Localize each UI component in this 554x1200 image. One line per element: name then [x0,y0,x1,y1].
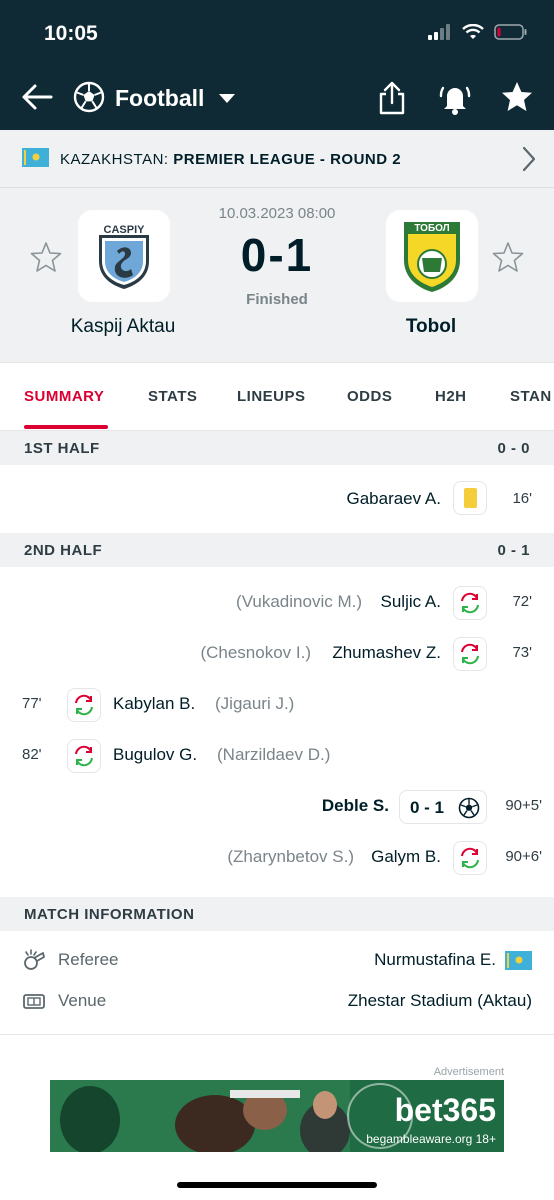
away-team-name[interactable]: Tobol [346,316,516,338]
venue-label: Venue [58,991,107,1010]
substitution-icon [67,739,101,773]
status-bar: 10:05 [0,0,554,60]
match-info-header: MATCH INFORMATION [0,897,554,931]
event-minute: 82' [22,746,42,763]
active-tab-indicator [24,425,108,429]
event-sub-player: (Vukadinovic M.) [236,592,362,611]
event-player: Bugulov G. [113,745,198,764]
event-sub-player: (Narzildaev D.) [217,745,331,764]
match-tabs: SUMMARY STATS LINEUPS ODDS H2H STAN [0,363,554,431]
tab-standings[interactable]: STAN [510,388,552,405]
event-row[interactable]: Gabaraev A. 16' [0,465,554,533]
ad-tagline: begambleaware.org 18+ [366,1132,496,1146]
app-header: 10:05 Football [0,0,554,130]
referee-value: Nurmustafina E. [374,950,496,969]
first-half-label: 1ST HALF [24,440,100,457]
event-minute: 72' [512,593,532,610]
referee-row: Referee Nurmustafina E. [0,939,554,980]
goal-score: 0 - 1 [410,798,445,817]
status-time: 10:05 [44,22,98,45]
second-half-header: 2ND HALF 0 - 1 [0,533,554,567]
event-sub-player: (Jigauri J.) [215,694,295,713]
notification-bell-icon[interactable] [438,80,472,116]
substitution-icon [453,586,487,620]
tab-stats[interactable]: STATS [148,388,197,405]
sport-dropdown-caret-icon[interactable] [219,94,235,103]
event-row[interactable]: (Chesnokov I.) Zhumashev Z. 73' [0,628,554,679]
referee-label: Referee [58,950,119,969]
goal-score-box: 0 - 1 [399,790,487,824]
home-team-name[interactable]: Kaspij Aktau [38,316,208,338]
chevron-right-icon[interactable] [522,146,536,172]
event-sub-player: (Zharynbetov S.) [227,847,354,866]
kazakhstan-flag-icon [22,148,49,167]
substitution-icon [453,637,487,671]
event-row[interactable]: 77' Kabylan B. (Jigauri J.) [0,679,554,730]
league-name: PREMIER LEAGUE - ROUND 2 [173,151,402,168]
tab-h2h[interactable]: H2H [435,388,467,405]
tobol-logo-icon: ТОБОЛ [404,222,460,292]
event-player: Galym B. [371,847,441,866]
event-row[interactable]: (Vukadinovic M.) Suljic A. 72' [0,577,554,628]
venue-row: Venue Zhestar Stadium (Aktau) [0,980,554,1021]
tab-summary[interactable]: SUMMARY [24,388,104,405]
event-row[interactable]: (Zharynbetov S.) Galym B. 90+6' [0,832,554,883]
signal-icon [428,24,450,40]
away-logo-text: ТОБОЛ [414,223,449,234]
yellow-card-icon [453,481,487,515]
event-player: Gabaraev A. [346,489,441,508]
substitution-icon [453,841,487,875]
event-minute: 77' [22,695,42,712]
nav-bar: Football [0,72,554,126]
event-minute: 73' [512,644,532,661]
kazakhstan-flag-icon [505,951,532,970]
whistle-icon [24,949,45,970]
event-sub-player: (Chesnokov I.) [200,643,311,662]
event-minute: 90+5' [505,797,542,814]
wifi-icon [462,24,484,39]
event-row[interactable]: 82' Bugulov G. (Narzildaev D.) [0,730,554,781]
away-favourite-star-icon[interactable] [492,241,524,273]
advertisement-label: Advertisement [433,1066,504,1078]
second-half-label: 2ND HALF [24,542,103,559]
favourite-star-icon[interactable] [500,80,534,114]
sport-title[interactable]: Football [115,85,204,112]
battery-icon [494,24,527,40]
event-minute: 90+6' [505,848,542,865]
event-player: Kabylan B. [113,694,196,713]
stadium-icon [23,994,45,1009]
tab-odds[interactable]: ODDS [347,388,392,405]
event-row[interactable]: Deble S. 0 - 1 90+5' [0,781,554,832]
match-info-heading: MATCH INFORMATION [24,906,195,923]
event-player: Zhumashev Z. [332,643,441,662]
goal-ball-icon [458,797,480,819]
back-arrow-icon[interactable] [20,80,54,114]
second-half-score: 0 - 1 [497,542,530,559]
first-half-score: 0 - 0 [497,440,530,457]
tab-lineups[interactable]: LINEUPS [237,388,306,405]
match-header: CASPIY Kaspij Aktau 10.03.2023 08:00 0-1… [0,188,554,363]
event-player: Deble S. [321,796,389,815]
substitution-icon [67,688,101,722]
first-half-header: 1ST HALF 0 - 0 [0,431,554,465]
home-indicator[interactable] [177,1182,377,1188]
advertisement-banner[interactable]: bet365 begambleaware.org 18+ [50,1080,504,1152]
event-minute: 16' [512,490,532,507]
venue-value: Zhestar Stadium (Aktau) [347,991,532,1010]
football-icon [73,81,105,113]
league-title: KAZAKHSTAN: PREMIER LEAGUE - ROUND 2 [60,151,401,168]
share-icon[interactable] [376,80,408,116]
league-bar[interactable]: KAZAKHSTAN: PREMIER LEAGUE - ROUND 2 [0,130,554,188]
ad-brand: bet365 [394,1092,496,1128]
away-team-logo[interactable]: ТОБОЛ [386,210,478,302]
league-country: KAZAKHSTAN: [60,151,169,168]
status-icons [428,24,528,40]
event-player: Suljic A. [380,592,441,611]
